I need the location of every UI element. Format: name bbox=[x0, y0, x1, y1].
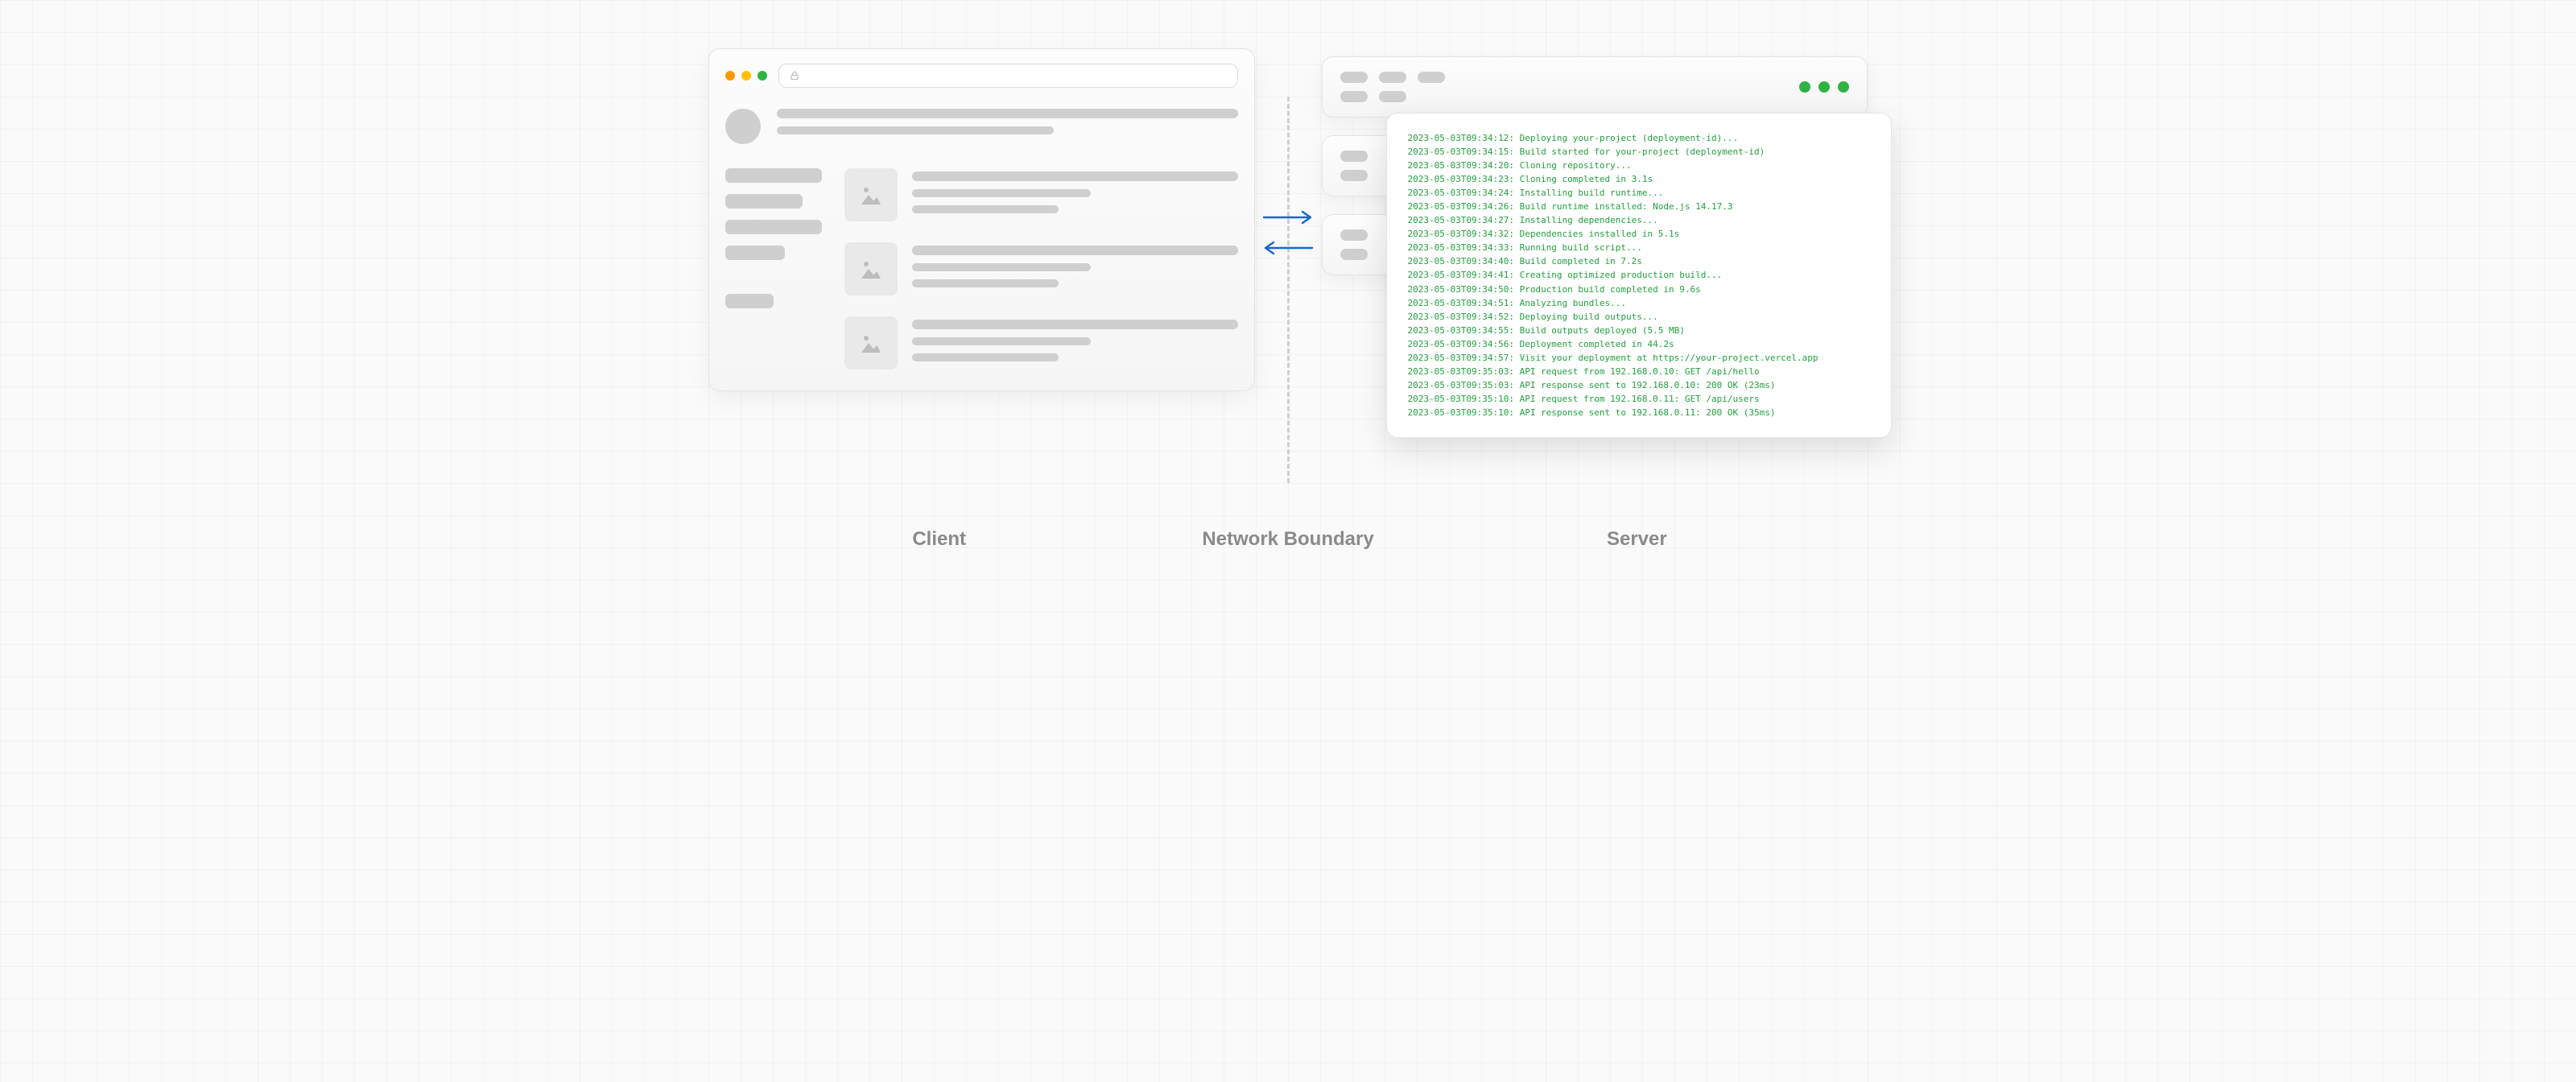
diagram-labels: Client Network Boundary Server bbox=[708, 528, 1868, 551]
list-item bbox=[844, 242, 1238, 295]
image-placeholder-icon bbox=[844, 316, 898, 370]
traffic-light-close-icon bbox=[725, 71, 735, 81]
boundary-label: Network Boundary bbox=[1202, 528, 1373, 551]
status-dot-icon bbox=[1818, 81, 1830, 93]
server-stack: 2023-05-03T09:34:12: Deploying your-proj… bbox=[1322, 48, 1868, 293]
traffic-light-minimize-icon bbox=[741, 71, 751, 81]
status-indicators bbox=[1799, 81, 1849, 93]
heading-placeholder bbox=[777, 109, 1238, 134]
browser-body bbox=[725, 109, 1238, 370]
server-terminal-log: 2023-05-03T09:34:12: Deploying your-proj… bbox=[1386, 113, 1893, 438]
image-placeholder-icon bbox=[844, 242, 898, 295]
lock-icon bbox=[789, 70, 800, 81]
server-node bbox=[1322, 56, 1868, 118]
status-dot-icon bbox=[1799, 81, 1810, 93]
server-label: Server bbox=[1406, 528, 1868, 551]
arrow-left-icon bbox=[1262, 240, 1314, 256]
list-item bbox=[844, 168, 1238, 221]
request-response-arrows bbox=[1262, 209, 1314, 256]
diagram-stage: 2023-05-03T09:34:12: Deploying your-proj… bbox=[708, 48, 1868, 483]
image-placeholder-icon bbox=[844, 168, 898, 221]
feed-placeholder bbox=[844, 168, 1238, 370]
avatar-placeholder bbox=[725, 109, 761, 144]
arrow-right-icon bbox=[1262, 209, 1314, 225]
status-dot-icon bbox=[1838, 81, 1849, 93]
browser-chrome bbox=[725, 64, 1238, 88]
client-label: Client bbox=[708, 528, 1170, 551]
traffic-lights bbox=[725, 71, 767, 81]
url-bar[interactable] bbox=[778, 64, 1238, 88]
network-boundary bbox=[1287, 48, 1290, 483]
client-browser-window bbox=[708, 48, 1255, 391]
sidebar-placeholder bbox=[725, 168, 822, 370]
traffic-light-expand-icon bbox=[758, 71, 767, 81]
boundary-dashed-line bbox=[1287, 97, 1290, 483]
list-item bbox=[844, 316, 1238, 370]
